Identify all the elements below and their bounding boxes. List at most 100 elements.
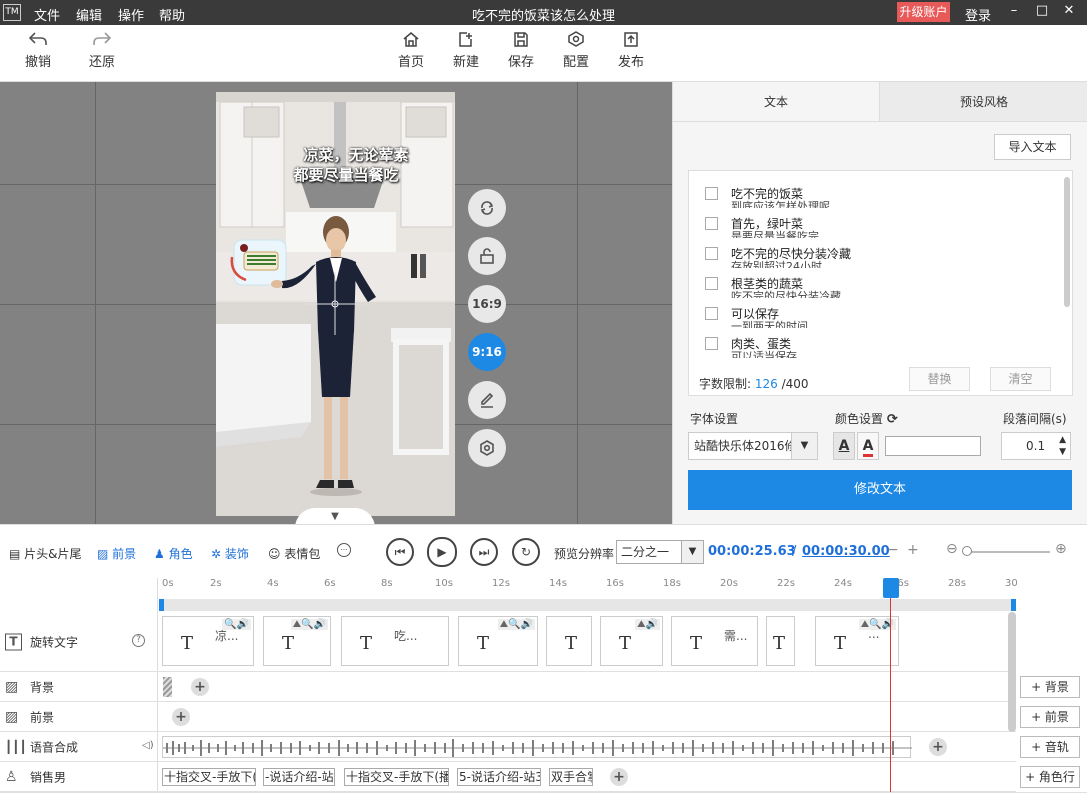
video-frame[interactable]: 凉菜，无论荤素 都要尽量当餐吃 — [216, 92, 455, 516]
minus-button[interactable]: − — [887, 542, 899, 558]
text-clip[interactable]: T ⛰🔍🔊 — [263, 616, 331, 666]
background-clip[interactable] — [163, 677, 172, 697]
spacing-stepper[interactable]: 0.1 ▲ ▼ — [1001, 432, 1071, 460]
edit-button[interactable] — [468, 381, 506, 419]
audio-waveform[interactable] — [162, 736, 912, 758]
save-button[interactable]: 保存 — [496, 31, 546, 70]
preview-canvas[interactable]: 凉菜，无论荤素 都要尽量当餐吃 16:9 9:16 ▼ — [0, 82, 672, 524]
emoji-button[interactable]: ☺ 表情包 — [268, 545, 320, 562]
refresh-icon[interactable]: ⟳ — [887, 412, 898, 427]
timeline-scrollbar[interactable] — [1008, 612, 1016, 732]
settings-button[interactable] — [468, 429, 506, 467]
volume-icon[interactable]: ◁) — [142, 740, 154, 751]
modify-text-button[interactable]: 修改文本 — [688, 470, 1072, 510]
menu-file[interactable]: 文件 — [34, 5, 60, 24]
clip-icons[interactable]: ⛰🔍🔊 — [290, 619, 328, 630]
unlock-button[interactable] — [468, 237, 506, 275]
list-item[interactable]: 吃不完的饭菜 到底应该怎样处理呢 — [705, 185, 1045, 215]
checkbox[interactable] — [705, 277, 718, 290]
import-text-button[interactable]: 导入文本 — [994, 134, 1071, 160]
play-button[interactable]: ▶ — [427, 537, 457, 567]
minimize-icon[interactable]: – — [1006, 3, 1022, 18]
zoom-slider[interactable] — [962, 546, 1050, 556]
add-background-button[interactable]: + 背景 — [1020, 676, 1080, 698]
more-button[interactable]: ··· — [337, 543, 351, 557]
ratio-16-9-button[interactable]: 16:9 — [468, 285, 506, 323]
checkbox[interactable] — [705, 307, 718, 320]
help-icon[interactable]: ? — [132, 634, 145, 647]
zoom-out-icon[interactable]: ⊖ — [946, 541, 958, 557]
list-item[interactable]: 可以保存 一到两天的时间 — [705, 305, 1045, 335]
scrollbar[interactable] — [1064, 177, 1070, 307]
decoration-button[interactable]: ✲ 装饰 — [211, 545, 249, 562]
pose-clip[interactable]: 十指交叉-手放下( — [162, 768, 256, 786]
color-input[interactable] — [885, 436, 981, 456]
range-end-handle[interactable] — [1011, 599, 1016, 611]
checkbox[interactable] — [705, 247, 718, 260]
zoom-slider-knob[interactable] — [962, 546, 972, 556]
menu-edit[interactable]: 编辑 — [76, 5, 102, 24]
list-item[interactable]: 肉类、蛋类 可以适当保存 — [705, 335, 1045, 365]
tab-preset-style[interactable]: 预设风格 — [880, 82, 1087, 122]
next-button[interactable]: ⏭ — [470, 538, 498, 566]
add-foreground-icon[interactable]: + — [172, 708, 190, 726]
timeline-range-bar[interactable] — [159, 599, 1016, 611]
checkbox[interactable] — [705, 187, 718, 200]
stepper-down-icon[interactable]: ▼ — [1059, 446, 1066, 458]
collapse-handle[interactable]: ▼ — [295, 508, 375, 524]
rotate-button[interactable] — [468, 189, 506, 227]
text-clip[interactable]: T — [546, 616, 592, 666]
upgrade-button[interactable]: 升级账户 — [897, 2, 950, 22]
foreground-button[interactable]: ▨ 前景 — [97, 545, 136, 562]
close-icon[interactable]: ✕ — [1061, 3, 1077, 18]
login-button[interactable]: 登录 — [965, 5, 991, 24]
pose-clip[interactable]: -说话介绍-站 — [263, 768, 335, 786]
menu-help[interactable]: 帮助 — [159, 5, 185, 24]
stepper-up-icon[interactable]: ▲ — [1059, 434, 1066, 446]
config-button[interactable]: 配置 — [551, 31, 601, 70]
publish-button[interactable]: 发布 — [606, 31, 656, 70]
resolution-select[interactable]: 二分之一 ▼ — [616, 540, 704, 564]
plus-button[interactable]: + — [907, 542, 919, 558]
font-select[interactable]: 站酷快乐体2016修订版 ▼ — [688, 432, 818, 460]
checkbox[interactable] — [705, 217, 718, 230]
text-clip[interactable]: T 需... — [671, 616, 758, 666]
add-pose-icon[interactable]: + — [610, 768, 628, 786]
zoom-in-icon[interactable]: ⊕ — [1055, 541, 1067, 557]
maximize-icon[interactable]: □ — [1034, 3, 1050, 18]
range-start-handle[interactable] — [159, 599, 164, 611]
add-foreground-button[interactable]: + 前景 — [1020, 706, 1080, 728]
previous-button[interactable]: ⏮ — [386, 538, 414, 566]
intro-outro-button[interactable]: ▤ 片头&片尾 — [9, 545, 82, 562]
replay-button[interactable]: ↻ — [512, 538, 540, 566]
pose-clip[interactable]: 5-说话介绍-站3 — [457, 768, 541, 786]
add-background-icon[interactable]: + — [191, 678, 209, 696]
new-button[interactable]: 新建 — [441, 31, 491, 70]
pose-clip[interactable]: 十指交叉-手放下(播 — [344, 768, 449, 786]
add-audio-button[interactable]: + 音轨 — [1020, 736, 1080, 758]
text-clip[interactable]: T ⛰🔊 — [600, 616, 663, 666]
ratio-9-16-button[interactable]: 9:16 — [468, 333, 506, 371]
list-item[interactable]: 吃不完的尽快分装冷藏 存放别超过24小时 — [705, 245, 1045, 275]
add-audio-icon[interactable]: + — [929, 738, 947, 756]
checkbox[interactable] — [705, 337, 718, 350]
highlight-color-button[interactable]: A — [857, 432, 879, 460]
clip-icons[interactable]: 🔍🔊 — [222, 619, 251, 630]
playhead-handle[interactable] — [883, 578, 899, 598]
clip-icons[interactable]: ⛰🔊 — [635, 619, 660, 630]
undo-button[interactable]: 撤销 — [13, 31, 63, 70]
clear-button[interactable]: 清空 — [990, 367, 1051, 391]
list-item[interactable]: 首先，绿叶菜 是要尽量当餐吃完 — [705, 215, 1045, 245]
replace-button[interactable]: 替换 — [909, 367, 970, 391]
text-clip[interactable]: T ⛰🔍🔊 — [458, 616, 538, 666]
character-button[interactable]: ♟ 角色 — [154, 545, 193, 562]
font-color-button[interactable]: A — [833, 432, 855, 460]
tab-text[interactable]: 文本 — [673, 82, 880, 122]
clip-icons[interactable]: ⛰🔍🔊 — [497, 619, 535, 630]
list-item[interactable]: 根茎类的蔬菜 吃不完的尽快分装冷藏 — [705, 275, 1045, 305]
menu-operation[interactable]: 操作 — [118, 5, 144, 24]
redo-button[interactable]: 还原 — [77, 31, 127, 70]
text-clip[interactable]: T 吃... — [341, 616, 449, 666]
pose-clip[interactable]: 双手合掌 — [549, 768, 593, 786]
home-button[interactable]: 首页 — [386, 31, 436, 70]
